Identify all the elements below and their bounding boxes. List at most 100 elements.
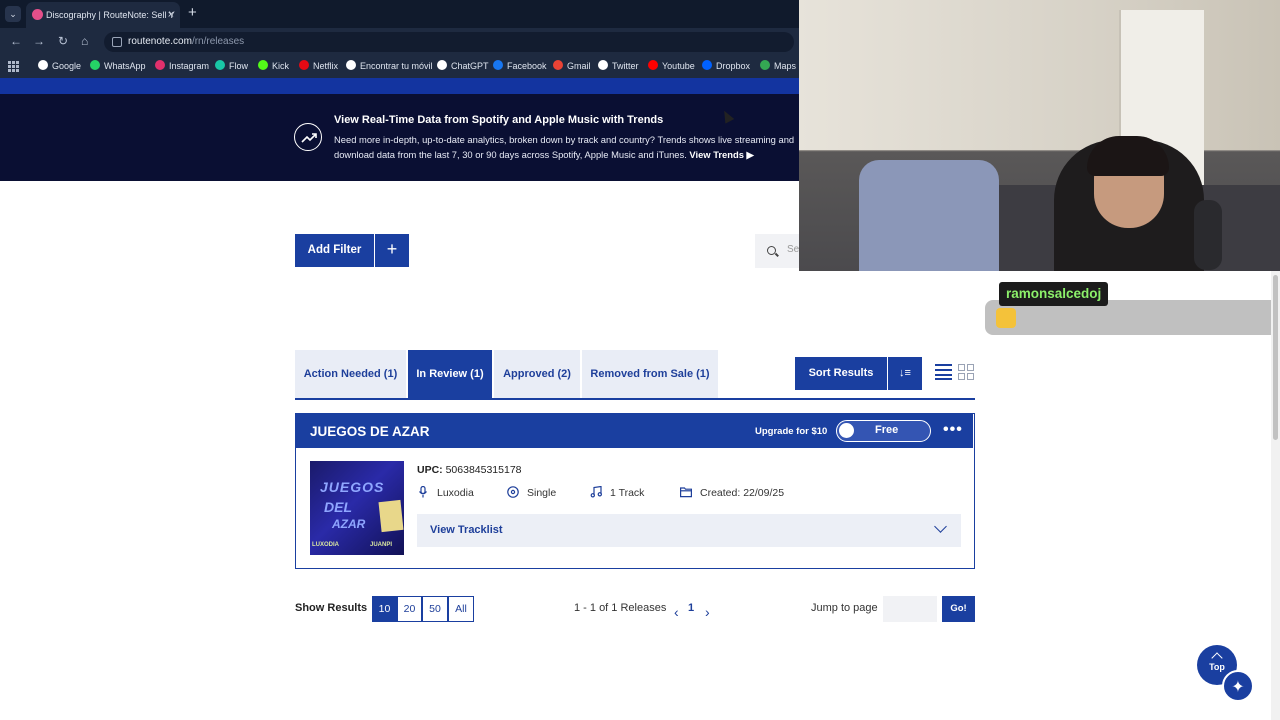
cover-credit-left: LUXODIA <box>312 542 339 548</box>
bookmark-maps[interactable]: Maps <box>760 55 796 78</box>
sort-direction-icon[interactable]: ↓≡ <box>888 357 922 390</box>
go-button[interactable]: Go! <box>942 596 975 622</box>
reload-icon[interactable]: ↻ <box>58 34 68 48</box>
bookmark-instagram[interactable]: Instagram <box>155 55 209 78</box>
page-size-10[interactable]: 10 <box>372 596 397 622</box>
new-tab-button[interactable]: + <box>188 4 197 21</box>
tab-search-button[interactable]: ⌄ <box>5 6 21 22</box>
bookmark-gmail[interactable]: Gmail <box>553 55 591 78</box>
routenote-favicon-icon <box>32 9 43 20</box>
page-scrollbar[interactable] <box>1271 271 1280 720</box>
prev-page-icon[interactable]: ‹ <box>674 604 679 620</box>
bookmark-facebook[interactable]: Facebook <box>493 55 547 78</box>
bookmark-favicon-icon <box>299 60 309 70</box>
bookmark-label: Netflix <box>313 61 339 71</box>
release-card: JUEGOS DE AZAR Upgrade for $10 Free ••• … <box>295 413 975 569</box>
bookmark-twitter[interactable]: Twitter <box>598 55 639 78</box>
bookmark-label: Maps <box>774 61 797 71</box>
bookmark-label: Encontrar tu móvil <box>360 61 433 71</box>
add-filter-button[interactable]: Add Filter <box>295 234 374 267</box>
apps-grid-icon[interactable] <box>8 61 19 72</box>
bookmark-chatgpt[interactable]: ChatGPT <box>437 55 489 78</box>
view-trends-link[interactable]: View Trends ▶ <box>689 149 753 160</box>
address-toolbar: ← → ↻ ⌂ routenote.com/rn/releases <box>0 28 800 55</box>
bookmark-label: Twitter <box>612 61 639 71</box>
scrollbar-thumb[interactable] <box>1273 275 1278 440</box>
jump-to-page-input[interactable] <box>883 596 937 622</box>
bookmark-favicon-icon <box>155 60 165 70</box>
bookmark-label: Flow <box>229 61 249 71</box>
plan-toggle[interactable]: Free <box>836 420 931 442</box>
browser-tab[interactable]: Discography | RouteNote: Sell Y × <box>26 2 180 28</box>
forward-icon[interactable]: → <box>33 34 45 48</box>
bookmark-flow[interactable]: Flow <box>215 55 248 78</box>
artist-name: Luxodia <box>437 487 474 499</box>
webcam-chair <box>859 160 999 271</box>
bookmark-encontrar-tu-m-vil[interactable]: Encontrar tu móvil <box>346 55 433 78</box>
site-info-icon[interactable] <box>112 37 122 47</box>
browser-tab-title: Discography | RouteNote: Sell Y <box>46 10 175 20</box>
tab-in-review[interactable]: In Review (1) <box>408 350 492 398</box>
list-view-icon[interactable] <box>935 364 952 380</box>
bookmark-favicon-icon <box>598 60 608 70</box>
page-size-20[interactable]: 20 <box>397 596 422 622</box>
site-header-strip <box>0 78 800 94</box>
close-tab-icon[interactable]: × <box>168 2 174 28</box>
jump-to-page-label: Jump to page <box>811 602 878 614</box>
toggle-knob <box>839 423 854 438</box>
bookmark-favicon-icon <box>702 60 712 70</box>
cover-text-line-1: JUEGOS <box>320 479 385 495</box>
release-title[interactable]: JUEGOS DE AZAR <box>310 424 430 439</box>
release-type: Single <box>527 487 557 499</box>
current-page[interactable]: 1 <box>688 602 694 614</box>
sort-results-button[interactable]: Sort Results <box>795 357 887 390</box>
search-input[interactable]: Se <box>755 234 800 268</box>
bookmark-whatsapp[interactable]: WhatsApp <box>90 55 146 78</box>
tab-removed-from-sale[interactable]: Removed from Sale (1) <box>582 350 718 398</box>
assistant-sparkle-icon[interactable]: ✦ <box>1222 670 1254 702</box>
tab-approved[interactable]: Approved (2) <box>494 350 580 398</box>
url-input[interactable]: routenote.com/rn/releases <box>104 32 794 52</box>
back-icon[interactable]: ← <box>10 34 22 48</box>
upc-label: UPC: <box>417 464 443 476</box>
upc-value: 5063845315178 <box>445 464 522 476</box>
bookmark-netflix[interactable]: Netflix <box>299 55 338 78</box>
more-options-icon[interactable]: ••• <box>943 421 963 439</box>
bookmark-label: Google <box>52 61 82 71</box>
bookmark-favicon-icon <box>493 60 503 70</box>
bookmarks-bar: Google WhatsApp Instagram Flow Kick Netflix En… <box>0 55 800 78</box>
url-domain: routenote.com <box>128 36 192 47</box>
grid-view-icon[interactable] <box>958 364 975 381</box>
bookmark-kick[interactable]: Kick <box>258 55 289 78</box>
add-filter-plus-button[interactable]: + <box>375 234 409 267</box>
page-size-all[interactable]: All <box>448 596 474 622</box>
upgrade-label: Upgrade for $10 <box>755 426 828 437</box>
cover-text-line-3: AZAR <box>332 517 366 531</box>
bookmark-favicon-icon <box>553 60 563 70</box>
microphone-icon <box>419 486 427 498</box>
cover-text-line-2: DEL <box>324 499 352 515</box>
bookmark-google[interactable]: Google <box>38 55 81 78</box>
bookmark-label: ChatGPT <box>451 61 489 71</box>
release-cover-image[interactable]: JUEGOS DEL AZAR LUXODIA JUANPI <box>310 461 404 555</box>
page-size-50[interactable]: 50 <box>422 596 448 622</box>
chevron-down-icon <box>934 520 947 533</box>
bookmark-dropbox[interactable]: Dropbox <box>702 55 750 78</box>
chat-emote-icon <box>996 308 1016 328</box>
bookmark-label: Facebook <box>507 61 547 71</box>
next-page-icon[interactable]: › <box>705 604 710 620</box>
tab-action-needed[interactable]: Action Needed (1) <box>295 350 406 398</box>
bookmark-favicon-icon <box>346 60 356 70</box>
bookmark-label: Dropbox <box>716 61 751 71</box>
view-tracklist-accordion[interactable]: View Tracklist <box>417 514 961 547</box>
disc-icon <box>507 486 519 498</box>
release-card-header: JUEGOS DE AZAR Upgrade for $10 Free ••• <box>296 414 973 448</box>
home-icon[interactable]: ⌂ <box>81 34 88 48</box>
chat-username: ramonsalcedoj <box>999 282 1109 306</box>
upc-line: UPC: 5063845315178 <box>417 464 522 476</box>
bookmark-label: Youtube <box>662 61 695 71</box>
bookmark-favicon-icon <box>648 60 658 70</box>
trending-up-icon <box>294 123 322 151</box>
bookmark-youtube[interactable]: Youtube <box>648 55 695 78</box>
plan-label: Free <box>875 424 899 436</box>
